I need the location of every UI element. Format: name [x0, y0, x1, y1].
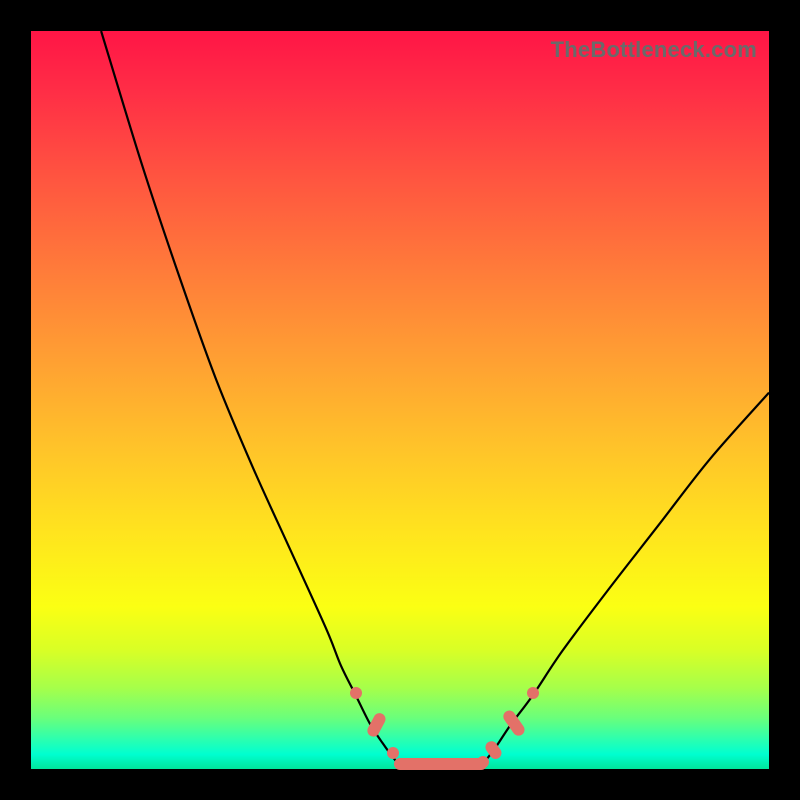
curve-layer: [31, 31, 769, 769]
curve-right: [485, 393, 769, 762]
plot-area: TheBottleneck.com: [31, 31, 769, 769]
curve-left: [101, 31, 396, 762]
marker-dot: [387, 747, 399, 759]
floor-segment: [394, 758, 487, 770]
marker-dot: [350, 687, 362, 699]
marker-dot: [477, 756, 489, 768]
marker-dot: [527, 687, 539, 699]
chart-frame: TheBottleneck.com: [0, 0, 800, 800]
